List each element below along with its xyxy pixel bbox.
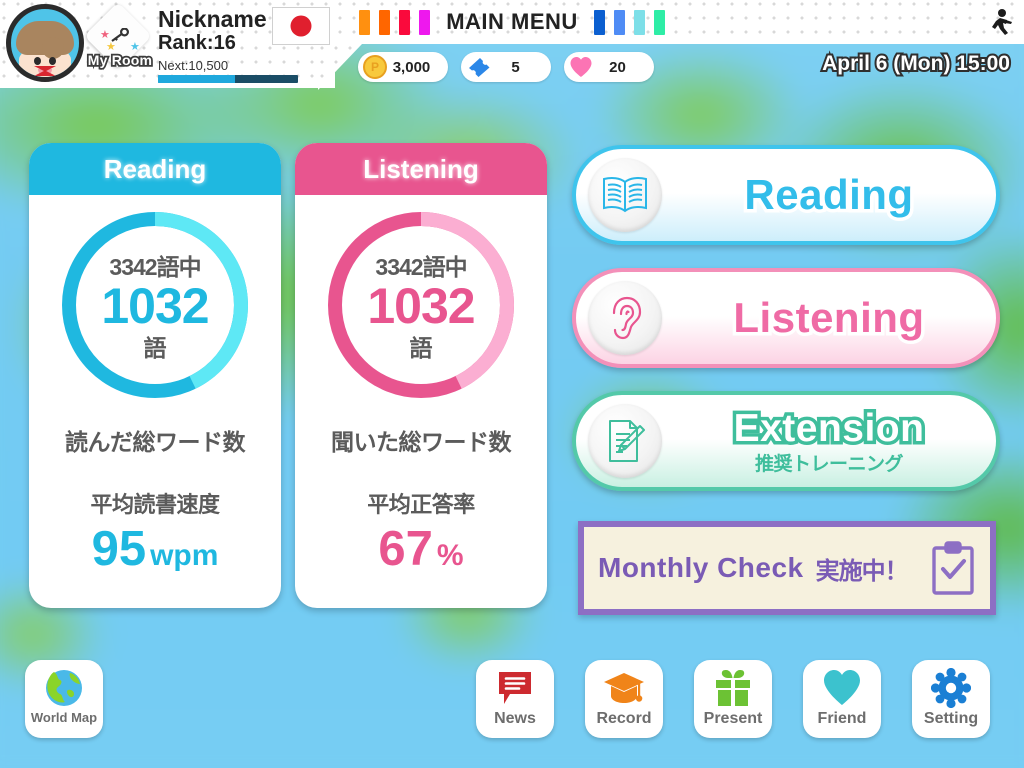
listening-accuracy-value: 67 [378,522,433,576]
my-room-button[interactable]: ★ ★ ★ My Room [86,12,152,78]
listening-card-title: Listening [295,143,547,195]
coin-icon: P [363,55,387,79]
open-book-icon [588,158,662,232]
monthly-check-status: 実施中！ [816,551,908,586]
my-room-label: My Room [84,52,156,68]
currency-pills: P 3,000 5 20 [358,52,654,82]
globe-icon [44,667,84,709]
reading-speed-unit: wpm [150,539,218,572]
heart-icon [822,667,862,709]
japan-flag [272,7,330,45]
avatar-ear-left [19,53,31,67]
title-bar-accent-left-2 [379,10,390,35]
present-label: Present [704,710,763,728]
avatar-eye-left [34,57,41,65]
record-label: Record [596,710,651,728]
gift-icon [713,667,753,709]
listening-accuracy-label: 平均正答率 [295,487,547,519]
title-bar-accent-right-3 [634,10,645,35]
key-icon [110,28,130,42]
heart-icon [569,56,593,78]
next-level-label: Next:10,500 [158,58,228,73]
reading-menu-button[interactable]: Reading [572,145,1000,245]
reading-stat-card: Reading 3342語中 1032 語 読んだ総ワード数 平均読書速度 95… [29,143,281,608]
setting-label: Setting [924,710,978,728]
page-title: MAIN MENU [446,9,578,35]
reading-speed-value-group: 95wpm [29,521,281,577]
setting-button[interactable]: Setting [912,660,990,738]
listening-stat-card: Listening 3342語中 1032 語 聞いた総ワード数 平均正答率 6… [295,143,547,608]
extension-menu-button[interactable]: Extension 推奨トレーニング [572,391,1000,491]
listening-ring-value: 1032 [367,282,474,331]
speech-bubble-icon [495,667,535,709]
reading-ring-total: 3342語中 [109,248,200,282]
extension-button-sublabel: 推奨トレーニング [755,449,903,476]
gear-icon [931,667,971,709]
title-bar-accent-left-4 [419,10,430,35]
heart-pill[interactable]: 20 [564,52,654,82]
reading-ring-value: 1032 [101,282,208,331]
listening-ring-total: 3342語中 [375,248,466,282]
coin-pill[interactable]: P 3,000 [358,52,448,82]
avatar[interactable] [6,4,84,82]
ticket-value: 5 [492,59,539,76]
listening-accuracy-unit: % [437,539,464,572]
listening-button-text: Listening [662,294,996,342]
friend-button[interactable]: Friend [803,660,881,738]
graduation-cap-icon [603,667,645,709]
title-bar-accent-right-2 [614,10,625,35]
reading-card-title: Reading [29,143,281,195]
reading-button-text: Reading [662,171,996,219]
reading-ring-unit: 語 [144,329,167,363]
document-pencil-icon [588,404,662,478]
reading-speed-value: 95 [92,522,147,576]
extension-button-text: Extension 推奨トレーニング [662,407,996,476]
title-bar-accent-left-1 [359,10,370,35]
monthly-check-title: Monthly Check [598,552,804,584]
listening-menu-button[interactable]: Listening [572,268,1000,368]
nickname: Nickname [158,6,267,33]
record-button[interactable]: Record [585,660,663,738]
extension-button-label: Extension [734,407,925,451]
title-bar-accent-left-3 [399,10,410,35]
world-map-label: World Map [31,710,97,725]
listening-button-label: Listening [733,294,924,342]
coin-value: 3,000 [387,59,436,76]
monthly-check-banner[interactable]: Monthly Check 実施中！ [578,521,996,615]
friend-label: Friend [818,710,867,728]
clipboard-check-icon [930,541,976,595]
avatar-eye-right [49,57,56,65]
reading-total-words-label: 読んだ総ワード数 [29,423,281,457]
star-decoration-1: ★ [100,30,110,41]
avatar-hair [16,21,74,55]
ticket-pill[interactable]: 5 [461,52,551,82]
xp-progress-bar [158,75,298,83]
rank-label: Rank:16 [158,32,236,55]
listening-total-words-label: 聞いた総ワード数 [295,423,547,457]
title-bar-accent-right-1 [594,10,605,35]
news-label: News [494,710,536,728]
heart-value: 20 [593,59,642,76]
title-bar-accent-right-4 [654,10,665,35]
main-menu-title-bar: MAIN MENU [0,0,1024,44]
listening-progress-ring: 3342語中 1032 語 [323,207,519,403]
date-time: April 6 (Mon) 15:00 [822,52,1010,76]
news-button[interactable]: News [476,660,554,738]
reading-button-label: Reading [744,171,913,219]
ear-icon [588,281,662,355]
ticket-icon [466,56,492,78]
listening-ring-unit: 語 [410,329,433,363]
world-map-button[interactable]: World Map [25,660,103,738]
reading-speed-label: 平均読書速度 [29,487,281,519]
running-person-icon[interactable] [988,8,1014,36]
present-button[interactable]: Present [694,660,772,738]
listening-accuracy-value-group: 67% [295,521,547,577]
reading-progress-ring: 3342語中 1032 語 [57,207,253,403]
